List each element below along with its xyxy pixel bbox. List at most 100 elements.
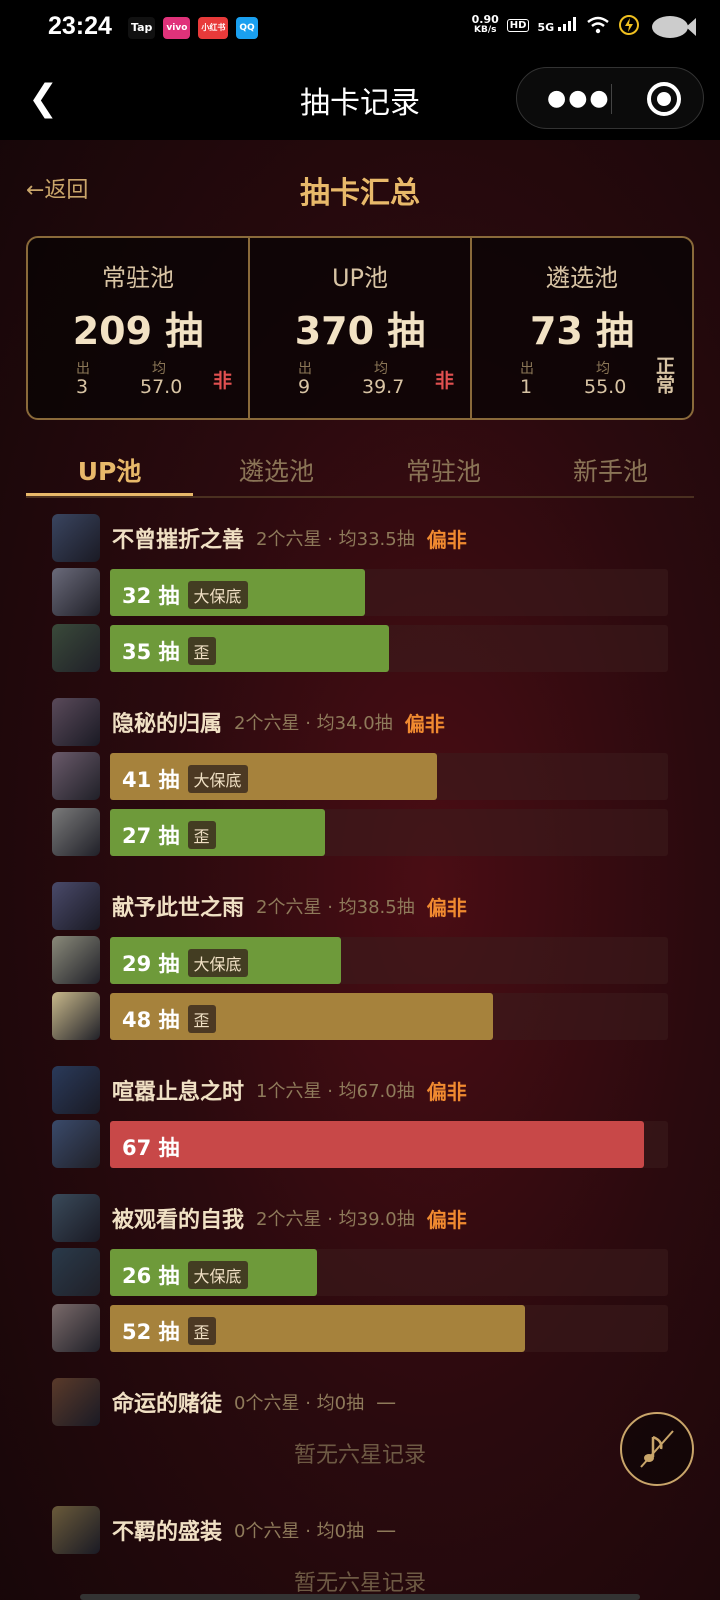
banner-avatar [52, 514, 100, 562]
pull-bar-label: 48 抽歪 [122, 1004, 216, 1034]
banner-stats: 2个六星 · 均34.0抽 [234, 713, 393, 734]
pity-tag: 歪 [187, 636, 216, 665]
pool-summary-standard: 常驻池 209 抽 出 3 均 57.0 非 [28, 238, 250, 418]
banner-verdict: 偏非 [404, 711, 445, 736]
pull-bar-label: 26 抽大保底 [122, 1260, 248, 1290]
close-target-icon[interactable] [647, 82, 681, 116]
pull-count: 67 抽 [122, 1135, 180, 1160]
signal-bars-icon [558, 16, 576, 31]
banner-stats: 1个六星 · 均67.0抽 [256, 1081, 415, 1102]
banner-header: 献予此世之雨 2个六星 · 均38.5抽 偏非 [52, 880, 668, 932]
tab-beginner-pool[interactable]: 新手池 [527, 446, 694, 496]
pull-bar-track: 35 抽歪 [110, 624, 668, 672]
pull-bar-label: 67 抽 [122, 1132, 180, 1162]
pull-bar-track: 67 抽 [110, 1120, 668, 1168]
pity-tag: 大保底 [187, 764, 248, 793]
pull-count: 26 抽 [122, 1263, 180, 1288]
banner-group: 献予此世之雨 2个六星 · 均38.5抽 偏非 29 抽大保底 48 抽歪 [52, 880, 668, 1044]
signal-icon: 5G [537, 16, 578, 34]
miniprogram-capsule: ●●● [516, 67, 704, 129]
pull-count: 41 抽 [122, 767, 180, 792]
avg-label: 均 [596, 361, 610, 377]
tab-selection-pool[interactable]: 遴选池 [193, 446, 360, 496]
nav-bar: ❮ 抽卡记录 ●●● [0, 56, 720, 140]
pull-bar-label: 41 抽大保底 [122, 764, 248, 794]
qq-app-icon: QQ [236, 17, 258, 39]
banner-name: 命运的赌徒 [112, 1392, 223, 1417]
out-label: 出 [520, 361, 534, 377]
banner-header: 隐秘的归属 2个六星 · 均34.0抽 偏非 [52, 696, 668, 748]
pull-record-row: 29 抽大保底 [52, 932, 668, 988]
battery-icon [652, 16, 696, 38]
banner-name: 不曾摧折之善 [112, 528, 245, 553]
avg-value: 57.0 [140, 376, 183, 398]
avg-label: 均 [152, 361, 166, 377]
banner-avatar [52, 1066, 100, 1114]
pull-record-row: 52 抽歪 [52, 1300, 668, 1356]
tab-standard-pool[interactable]: 常驻池 [360, 446, 527, 496]
banner-name: 隐秘的归属 [112, 712, 223, 737]
character-avatar [52, 624, 100, 672]
pull-bar-label: 29 抽大保底 [122, 948, 248, 978]
banner-verdict: — [376, 1518, 397, 1542]
pull-count: 48 抽 [122, 1007, 180, 1032]
pity-tag: 大保底 [187, 1260, 248, 1289]
pool-summary-selection: 遴选池 73 抽 出 1 均 55.0 正常 [472, 238, 692, 418]
banner-verdict: 偏非 [426, 527, 467, 552]
banner-verdict: — [376, 1390, 397, 1414]
status-app-icons: Tap vivo 小红书 QQ [128, 17, 258, 39]
more-icon[interactable]: ●●● [547, 86, 611, 111]
banner-verdict: 偏非 [426, 895, 467, 920]
pull-record-row: 26 抽大保底 [52, 1244, 668, 1300]
pool-count: 73 抽 [529, 309, 635, 353]
character-avatar [52, 1304, 100, 1352]
banner-stats: 0个六星 · 均0抽 [234, 1521, 365, 1542]
pull-bar-label: 52 抽歪 [122, 1316, 216, 1346]
vivo-app-icon: vivo [163, 17, 191, 39]
status-indicators: 0.90 KB/s HD 5G [472, 14, 640, 36]
pull-bar-fill [110, 1120, 644, 1168]
banner-header: 喧嚣止息之时 1个六星 · 均67.0抽 偏非 [52, 1064, 668, 1116]
wifi-icon [587, 16, 609, 34]
pool-count: 370 抽 [294, 309, 426, 353]
pull-bar-track: 29 抽大保底 [110, 936, 668, 984]
pool-name: 遴选池 [546, 264, 618, 292]
banner-header: 命运的赌徒 0个六星 · 均0抽 — [52, 1376, 668, 1428]
banner-stats: 2个六星 · 均38.5抽 [256, 897, 415, 918]
pull-count: 32 抽 [122, 583, 180, 608]
out-label: 出 [298, 361, 312, 377]
capsule-divider [611, 84, 612, 114]
pull-bar-track: 27 抽歪 [110, 808, 668, 856]
banner-group: 不羁的盛装 0个六星 · 均0抽 — 暂无六星记录 [52, 1504, 668, 1600]
network-speed: 0.90 KB/s [472, 14, 499, 36]
music-toggle-button[interactable] [620, 1412, 694, 1486]
pull-count: 35 抽 [122, 639, 180, 664]
banner-name: 喧嚣止息之时 [112, 1080, 245, 1105]
pull-record-row: 32 抽大保底 [52, 564, 668, 620]
banner-group: 隐秘的归属 2个六星 · 均34.0抽 偏非 41 抽大保底 27 抽歪 [52, 696, 668, 860]
pull-bar-label: 35 抽歪 [122, 636, 216, 666]
page-title: 抽卡汇总 [300, 176, 420, 211]
pool-verdict: 非 [434, 370, 454, 392]
banner-avatar [52, 1506, 100, 1554]
character-avatar [52, 1120, 100, 1168]
pity-tag: 大保底 [187, 948, 248, 977]
pull-record-row: 48 抽歪 [52, 988, 668, 1044]
banner-name: 献予此世之雨 [112, 896, 245, 921]
pull-record-row: 67 抽 [52, 1116, 668, 1172]
banner-header: 不羁的盛装 0个六星 · 均0抽 — [52, 1504, 668, 1556]
avg-value: 55.0 [584, 376, 627, 398]
banner-group: 命运的赌徒 0个六星 · 均0抽 — 暂无六星记录 [52, 1376, 668, 1484]
pool-verdict: 正常 [653, 356, 675, 394]
pull-bar-label: 32 抽大保底 [122, 580, 248, 610]
out-value: 3 [76, 376, 89, 398]
banner-name: 被观看的自我 [112, 1208, 245, 1233]
network-type: 5G [537, 20, 555, 34]
avg-value: 39.7 [362, 376, 405, 398]
banner-avatar [52, 1194, 100, 1242]
banner-stats: 2个六星 · 均39.0抽 [256, 1209, 415, 1230]
tab-up-pool[interactable]: UP池 [26, 446, 193, 496]
banner-avatar [52, 882, 100, 930]
banner-header: 被观看的自我 2个六星 · 均39.0抽 偏非 [52, 1192, 668, 1244]
pull-record-row: 41 抽大保底 [52, 748, 668, 804]
